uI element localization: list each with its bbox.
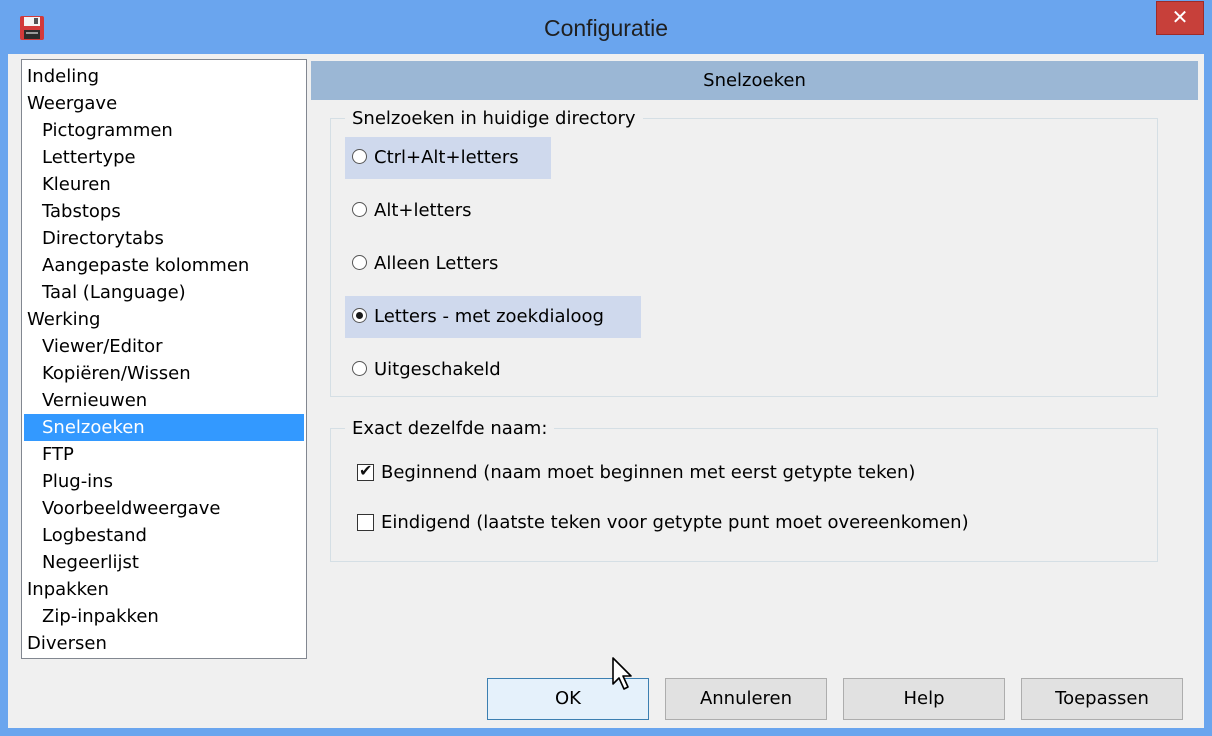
tree-item[interactable]: Taal (Language) [42,279,186,306]
checkbox[interactable]: ✔ [357,461,374,481]
quicksearch-option[interactable]: Alleen Letters [345,243,551,285]
quicksearch-option[interactable]: Ctrl+Alt+letters [345,137,551,179]
tree-item[interactable]: FTP [42,441,74,468]
tree-item[interactable]: Viewer/Editor [42,333,163,360]
radio-button[interactable] [352,361,367,376]
tree-item[interactable]: Werking [27,306,100,333]
tree-item[interactable]: Directorytabs [42,225,164,252]
quicksearch-option[interactable]: Letters - met zoekdialoog [345,296,641,338]
radio-label: Alt+letters [374,200,472,221]
dialog-client-area: Indeling Weergave Pictogrammen Lettertype Kl… [8,54,1204,728]
tree-item[interactable]: Snelzoeken [24,414,304,441]
quicksearch-groupbox: Snelzoeken in huidige directory Ctrl+Alt… [330,107,1158,397]
radio-button[interactable] [352,255,367,270]
tree-item[interactable]: Logbestand [42,522,147,549]
tree-item[interactable]: Lettertype [42,144,136,171]
radio-selected-dot [356,312,363,319]
cancel-label: Annuleren [699,688,793,709]
tree-item[interactable]: Aangepaste kolommen [42,252,249,279]
section-header: Snelzoeken [311,61,1198,100]
radio-label: Uitgeschakeld [374,359,501,380]
radio-button[interactable] [352,308,367,323]
radio-button[interactable] [352,202,367,217]
tree-item[interactable]: Kopiëren/Wissen [42,360,191,387]
exact-name-option[interactable]: ✔ Beginnend (naam moet beginnen met eerst… [357,458,1137,488]
tree-item[interactable]: Kleuren [42,171,111,198]
settings-tree[interactable]: Indeling Weergave Pictogrammen Lettertype Kl… [21,59,307,659]
tree-item[interactable]: Tabstops [42,198,121,225]
quicksearch-option[interactable]: Uitgeschakeld [345,349,551,391]
quicksearch-legend: Snelzoeken in huidige directory [345,107,643,131]
help-button[interactable]: Help [843,678,1005,720]
window-title: Configuratie [543,15,669,41]
exact-name-groupbox: Exact dezelfde naam: ✔ Beginnend (naam mo… [330,417,1158,562]
radio-label: Letters - met zoekdialoog [374,306,604,327]
tree-item[interactable]: Vernieuwen [42,387,147,414]
radio-button[interactable] [352,149,367,164]
apply-label: Toepassen [1055,688,1149,709]
quicksearch-option[interactable]: Alt+letters [345,190,551,232]
checkmark-icon: ✔ [359,461,373,480]
tree-item[interactable]: Pictogrammen [42,117,173,144]
checkbox-label: Beginnend (naam moet beginnen met eerst … [381,462,916,483]
ok-label: OK [555,688,581,709]
checkbox[interactable] [357,514,374,531]
radio-label: Alleen Letters [374,253,499,274]
tree-item[interactable]: Zip-inpakken [42,603,159,630]
close-button[interactable]: ✕ [1156,1,1204,35]
checkbox-label: Eindigend (laatste teken voor getypte pu… [381,512,969,533]
mouse-pointer-icon [612,657,632,690]
title-bar[interactable]: Configuratie ✕ [0,0,1212,54]
tree-item[interactable]: Indeling [27,63,99,90]
apply-button[interactable]: Toepassen [1021,678,1183,720]
tree-item[interactable]: Diversen [27,630,107,657]
tree-item[interactable]: Plug-ins [42,468,113,495]
exact-name-option[interactable]: Eindigend (laatste teken voor getypte pu… [357,508,1137,538]
exact-name-legend: Exact dezelfde naam: [345,417,555,441]
tree-item[interactable]: Negeerlijst [42,549,139,576]
cancel-button[interactable]: Annuleren [665,678,827,720]
radio-label: Ctrl+Alt+letters [374,147,519,168]
dialog-window: Configuratie ✕ Indeling Weergave Pictogram… [0,0,1212,736]
help-label: Help [903,688,945,709]
close-icon: ✕ [1171,7,1189,29]
tree-item[interactable]: Weergave [27,90,117,117]
tree-item[interactable]: Voorbeeldweergave [42,495,220,522]
tree-item[interactable]: Inpakken [27,576,109,603]
